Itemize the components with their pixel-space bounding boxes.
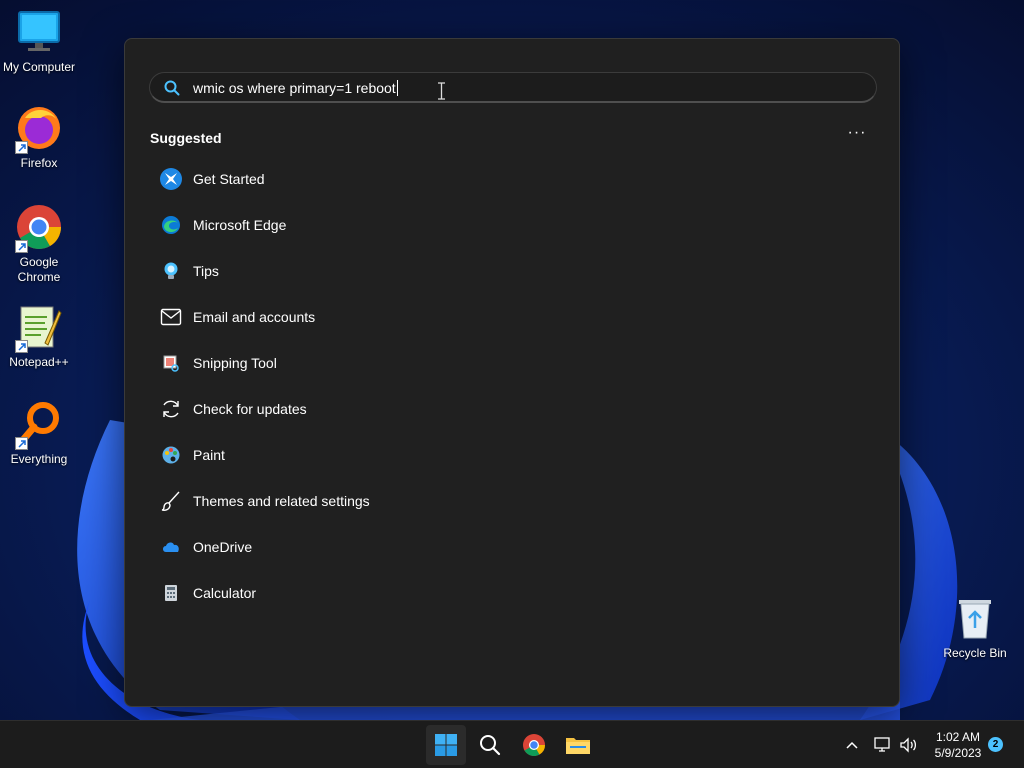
desktop-icon-recycle-bin[interactable]: Recycle Bin (938, 596, 1012, 660)
desktop-icon-firefox[interactable]: Firefox (0, 104, 78, 171)
taskbar-chrome-button[interactable] (514, 725, 554, 765)
recycle-bin-icon (959, 600, 991, 639)
search-query-text: wmic os where primary=1 reboot (193, 80, 396, 96)
suggestion-label: Tips (193, 263, 219, 279)
suggestion-label: Get Started (193, 171, 265, 187)
search-box[interactable]: wmic os where primary=1 reboot (149, 72, 877, 103)
brush-icon (159, 489, 183, 513)
firefox-icon (15, 104, 63, 154)
suggestion-check-for-updates[interactable]: Check for updates (149, 386, 877, 432)
taskbar-clock[interactable]: 1:02 AM 5/9/2023 (928, 729, 988, 761)
desktop-icon-label: Firefox (20, 156, 58, 170)
suggestion-label: OneDrive (193, 539, 253, 555)
desktop-icon-everything[interactable]: Everything (0, 400, 78, 467)
chrome-icon (15, 203, 63, 253)
desktop-icon-label: My Computer (2, 60, 76, 74)
shortcut-arrow-icon (15, 340, 28, 353)
suggestion-snipping-tool[interactable]: Snipping Tool (149, 340, 877, 386)
everything-magnifier-icon (15, 400, 63, 450)
suggestion-label: Themes and related settings (193, 493, 370, 509)
taskbar-file-explorer-button[interactable] (558, 725, 598, 765)
search-icon (164, 80, 180, 101)
suggestion-label: Check for updates (193, 401, 307, 417)
monitor-icon (15, 8, 63, 56)
mail-envelope-icon (159, 305, 183, 329)
notepad-plus-plus-icon (15, 303, 63, 353)
desktop-icon-label: Google Chrome (17, 255, 61, 284)
desktop-icon-notepad-plus-plus[interactable]: Notepad++ (0, 303, 78, 370)
suggestion-themes-and-related-settings[interactable]: Themes and related settings (149, 478, 877, 524)
suggestion-label: Microsoft Edge (193, 217, 287, 233)
suggestions-list: Get Started Microsoft Edge Tips Email an… (149, 156, 877, 616)
windows-logo-icon (435, 734, 457, 756)
notification-count-badge[interactable]: 2 (988, 737, 1003, 752)
desktop-icon-label: Everything (10, 452, 68, 466)
snipping-tool-icon (159, 351, 183, 375)
suggestion-get-started[interactable]: Get Started (149, 156, 877, 202)
taskbar-search-button[interactable] (470, 725, 510, 765)
clock-date: 5/9/2023 (934, 746, 982, 760)
suggestion-onedrive[interactable]: OneDrive (149, 524, 877, 570)
clock-time: 1:02 AM (935, 730, 981, 744)
suggestion-tips[interactable]: Tips (149, 248, 877, 294)
volume-button[interactable] (894, 725, 922, 765)
refresh-icon (159, 397, 183, 421)
edge-icon (159, 213, 183, 237)
ibeam-cursor-icon (438, 82, 445, 100)
suggestion-label: Snipping Tool (193, 355, 277, 371)
chevron-up-icon (846, 741, 858, 749)
paint-palette-icon (159, 443, 183, 467)
suggested-heading: Suggested (150, 130, 222, 146)
speaker-icon (900, 737, 917, 753)
shortcut-arrow-icon (15, 141, 28, 154)
desktop-icon-google-chrome[interactable]: Google Chrome (0, 203, 78, 285)
suggestion-label: Calculator (193, 585, 257, 601)
folder-icon (566, 738, 590, 754)
suggestion-email-and-accounts[interactable]: Email and accounts (149, 294, 877, 340)
suggestion-label: Email and accounts (193, 309, 316, 325)
onedrive-cloud-icon (159, 535, 183, 559)
desktop-icon-label: Notepad++ (9, 355, 69, 369)
suggestion-microsoft-edge[interactable]: Microsoft Edge (149, 202, 877, 248)
calculator-icon (159, 581, 183, 605)
suggestion-paint[interactable]: Paint (149, 432, 877, 478)
show-hidden-icons-button[interactable] (832, 725, 872, 765)
text-caret (396, 80, 398, 96)
desktop-icon-my-computer[interactable]: My Computer (0, 8, 78, 75)
search-icon (480, 735, 501, 756)
network-icon (874, 737, 890, 752)
shortcut-arrow-icon (15, 437, 28, 450)
start-button[interactable] (426, 725, 466, 765)
suggestion-calculator[interactable]: Calculator (149, 570, 877, 616)
network-status-button[interactable] (868, 725, 896, 765)
shortcut-arrow-icon (15, 240, 28, 253)
tips-lightbulb-icon (159, 259, 183, 283)
get-started-icon (159, 167, 183, 191)
more-options-button[interactable]: ··· (843, 125, 871, 147)
chrome-icon (523, 734, 545, 756)
start-search-panel: wmic os where primary=1 reboot Suggested… (124, 38, 900, 707)
taskbar: 1:02 AM 5/9/2023 2 (0, 720, 1024, 768)
recycle-bin-label: Recycle Bin (943, 646, 1007, 660)
suggestion-label: Paint (193, 447, 225, 463)
search-input[interactable]: wmic os where primary=1 reboot (193, 80, 398, 96)
